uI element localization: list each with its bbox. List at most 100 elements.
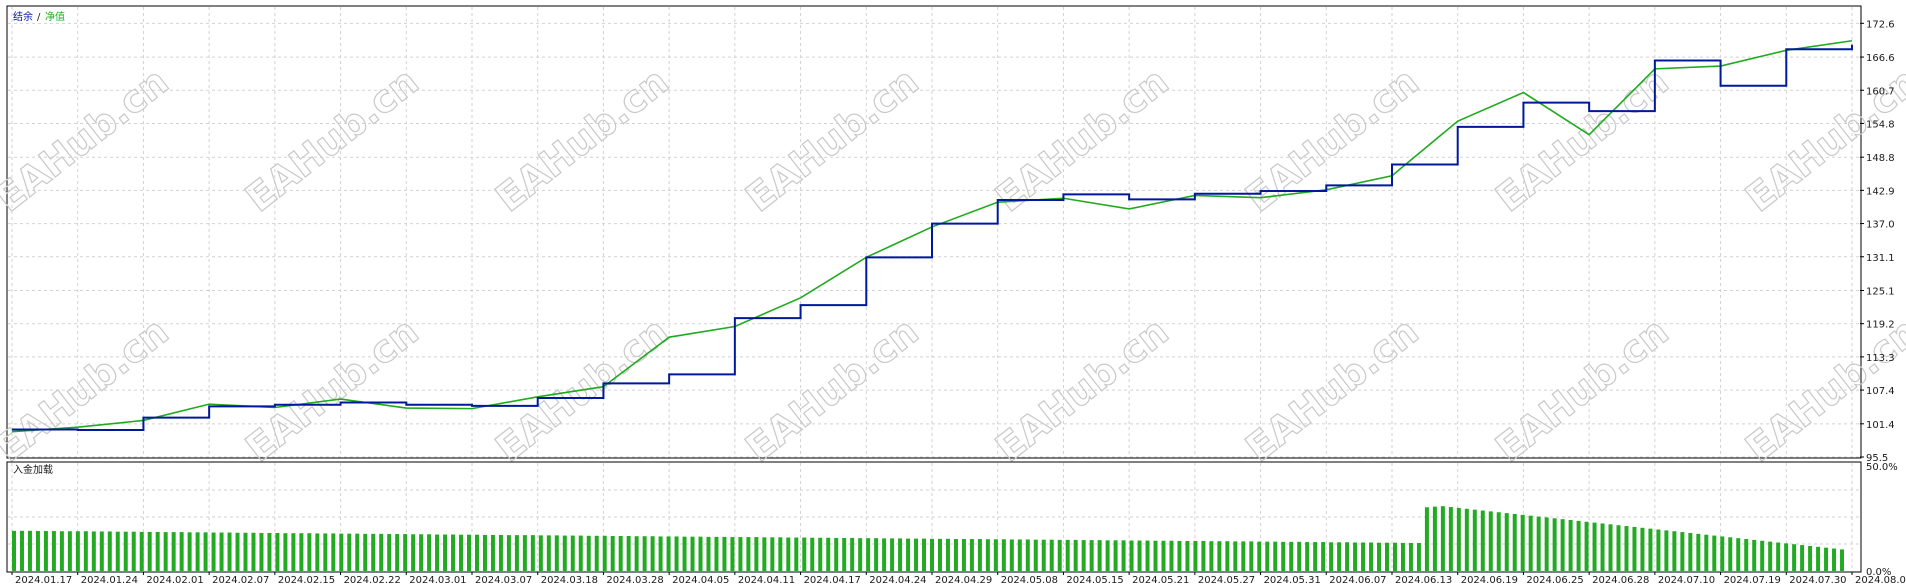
- deposit-load-bar: [1025, 539, 1030, 571]
- deposit-load-bar: [1616, 525, 1621, 571]
- deposit-load-bar: [1353, 542, 1358, 571]
- deposit-load-bar: [762, 537, 767, 571]
- deposit-load-bar: [1712, 535, 1717, 571]
- deposit-load-bar: [1744, 539, 1749, 571]
- x-tick-label: 2024.06.25: [1526, 575, 1583, 586]
- legend-balance: 结余: [13, 10, 33, 23]
- deposit-load-bar: [1017, 539, 1022, 571]
- deposit-load-bar: [914, 538, 919, 571]
- deposit-load-bar: [299, 533, 304, 571]
- deposit-load-bar: [570, 535, 575, 571]
- deposit-load-bar: [1480, 510, 1485, 571]
- deposit-load-bar: [1776, 542, 1781, 571]
- deposit-load-bar: [1520, 514, 1525, 571]
- deposit-load-bar: [1560, 519, 1565, 571]
- x-tick-label: 2024.06.19: [1461, 575, 1518, 586]
- deposit-load-bar: [179, 532, 184, 571]
- deposit-load-bar: [945, 538, 950, 571]
- deposit-load-bar: [682, 536, 687, 571]
- deposit-load-bar: [147, 531, 152, 571]
- deposit-load-bar: [379, 533, 384, 571]
- deposit-load-bar: [291, 533, 296, 571]
- y-tick-label: 160.7: [1866, 86, 1895, 97]
- deposit-load-bar: [1361, 542, 1366, 571]
- deposit-load-bar: [1001, 539, 1006, 571]
- x-tick-label: 2024.02.15: [278, 575, 335, 586]
- deposit-load-bar: [882, 538, 887, 571]
- deposit-load-bar: [1568, 520, 1573, 571]
- deposit-load-bar: [203, 532, 208, 571]
- deposit-load-bar: [794, 537, 799, 571]
- deposit-load-bar: [1424, 507, 1429, 571]
- deposit-load-bar: [738, 537, 743, 571]
- deposit-load-bar: [969, 539, 974, 571]
- deposit-load-bar: [83, 531, 88, 571]
- deposit-load-bar: [634, 536, 639, 571]
- y-tick-label: 101.4: [1866, 420, 1895, 431]
- deposit-load-bar: [91, 531, 96, 571]
- deposit-load-bar: [698, 536, 703, 571]
- y-tick-label: 137.0: [1866, 220, 1895, 231]
- deposit-load-bar: [1153, 540, 1158, 571]
- deposit-load-bar: [1840, 549, 1845, 571]
- deposit-load-bar: [1273, 541, 1278, 571]
- deposit-load-bar: [1760, 540, 1765, 571]
- deposit-load-bar: [1217, 541, 1222, 571]
- deposit-load-bar: [1161, 540, 1166, 571]
- chart: EAHub.cn EAHub.cn EAHub.cn EAHub.cn EAHub.cn…: [0, 5, 1906, 586]
- x-tick-label: 2024.06.13: [1395, 575, 1452, 586]
- x-tick-label: 2024.05.08: [1001, 575, 1058, 586]
- deposit-load-bar: [435, 534, 440, 571]
- deposit-load-bar: [75, 531, 80, 571]
- x-tick-label: 2024.03.28: [606, 575, 663, 586]
- deposit-load-bar: [746, 537, 751, 571]
- deposit-load-bar: [1456, 507, 1461, 571]
- deposit-load-bar: [139, 531, 144, 571]
- x-tick-label: 2024.01.17: [15, 575, 72, 586]
- deposit-load-bar: [1185, 540, 1190, 571]
- deposit-load-bar: [538, 535, 543, 571]
- deposit-load-bar: [395, 534, 400, 571]
- deposit-load-bar: [985, 539, 990, 571]
- deposit-load-bar: [67, 531, 72, 571]
- x-tick-label: 2024.07.30: [1789, 575, 1846, 586]
- deposit-load-bar: [993, 539, 998, 571]
- deposit-load-bar: [730, 537, 735, 571]
- deposit-load-bar: [626, 536, 631, 571]
- deposit-load-bar: [1504, 513, 1509, 571]
- deposit-load-bar: [1337, 542, 1342, 571]
- x-tick-label: 2024.05.21: [1132, 575, 1189, 586]
- deposit-load-bar: [219, 532, 224, 571]
- deposit-load-bar: [1624, 526, 1629, 571]
- deposit-load-bar: [1792, 544, 1797, 571]
- deposit-load-bar: [554, 535, 559, 571]
- deposit-load-bar: [722, 536, 727, 571]
- deposit-load-bar: [1400, 542, 1405, 571]
- deposit-load-bar: [1720, 536, 1725, 571]
- deposit-load-bar: [490, 534, 495, 571]
- deposit-load-bar: [650, 536, 655, 571]
- deposit-load-bar: [1049, 539, 1054, 571]
- deposit-load-bar: [1329, 542, 1334, 571]
- deposit-load-bar: [930, 538, 934, 571]
- deposit-load-bar: [1225, 541, 1230, 571]
- deposit-load-bar: [1472, 509, 1477, 571]
- deposit-load-bar: [1832, 548, 1837, 571]
- deposit-load-bar: [1600, 523, 1605, 571]
- deposit-load-bar: [1089, 540, 1094, 571]
- deposit-load-bar: [1464, 508, 1469, 571]
- deposit-load-bar: [826, 537, 831, 571]
- deposit-load-bar: [123, 531, 128, 571]
- deposit-load-bar: [1305, 542, 1310, 571]
- deposit-load-bar: [1688, 532, 1693, 571]
- deposit-load-bar: [618, 536, 623, 571]
- y-tick-label: 166.6: [1866, 53, 1895, 64]
- deposit-load-bar: [267, 532, 272, 571]
- deposit-load-bar: [1057, 539, 1062, 571]
- deposit-load-bar: [1369, 542, 1374, 571]
- sub-y-tick-top: 50.0%: [1866, 462, 1898, 473]
- deposit-load-bar: [1233, 541, 1238, 571]
- deposit-load-bar: [834, 537, 839, 571]
- deposit-load-bar: [522, 535, 527, 571]
- deposit-load-bar: [1512, 513, 1517, 571]
